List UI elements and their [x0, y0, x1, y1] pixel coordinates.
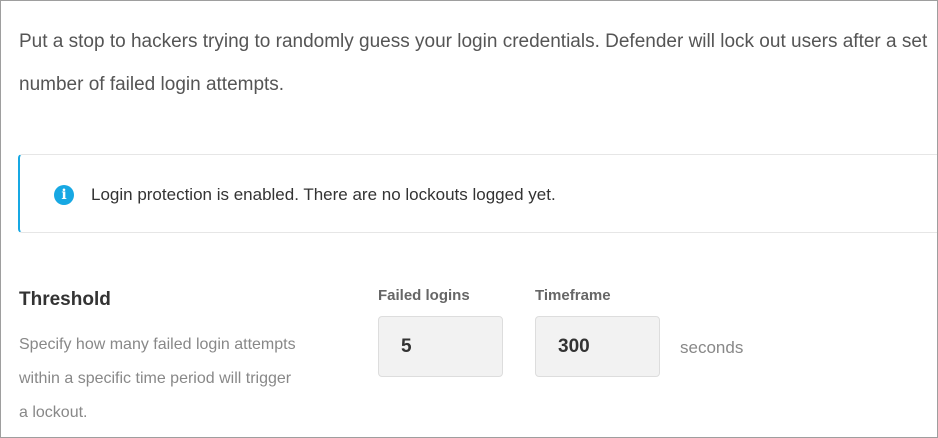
failed-logins-input[interactable]: [378, 316, 503, 377]
intro-text: Put a stop to hackers trying to randomly…: [19, 31, 928, 95]
login-protection-panel: Put a stop to hackers trying to randomly…: [0, 0, 938, 438]
threshold-description: Specify how many failed login attempts w…: [19, 336, 296, 421]
status-notice: i Login protection is enabled. There are…: [18, 154, 937, 233]
failed-logins-label: Failed logins: [378, 287, 470, 304]
info-icon: i: [54, 185, 74, 205]
notice-text: Login protection is enabled. There are n…: [91, 185, 556, 204]
timeframe-input[interactable]: [535, 316, 660, 377]
timeframe-label: Timeframe: [535, 287, 611, 304]
timeframe-unit: seconds: [680, 338, 744, 357]
threshold-title: Threshold: [19, 289, 111, 310]
